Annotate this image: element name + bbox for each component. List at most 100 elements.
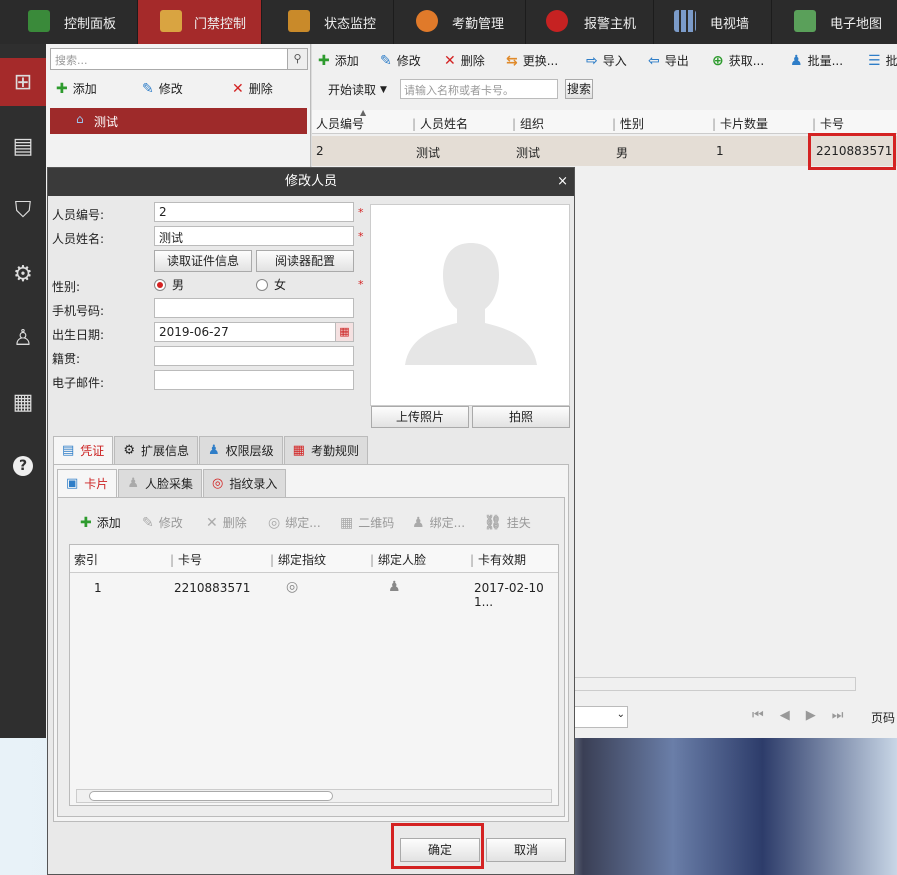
qr-code-icon: ▦ [340,514,354,531]
tab-extended-info[interactable]: ⚙ 扩展信息 [114,436,198,464]
start-read-dropdown[interactable]: 开始读取 ▼ [328,81,387,98]
sort-icon: ▲ [360,108,367,117]
gear-icon[interactable]: ⚙ [0,250,46,298]
chevron-down-icon: ⌄ [616,709,625,720]
person-table-header: 人员编号 | 人员姓名 | 组织 | 性别 | 卡片数量 | 卡号 ▲ [312,108,897,134]
report-icon[interactable]: ▦ [0,378,46,426]
card-table-header: 索引 | 卡号 | 绑定指纹 | 绑定人脸 | 卡有效期 [70,545,558,573]
table-hscrollbar[interactable] [574,677,856,691]
user-icon: ♟ [207,443,220,458]
credential-icon: ▤ [62,443,75,458]
dialog-title: 修改人员 [48,168,574,196]
batch-button[interactable]: ♟ 批量... [790,52,843,69]
card-delete-button[interactable]: ✕ 删除 [206,514,247,531]
name-card-search-input[interactable]: 请输入名称或者卡号。 [400,79,558,99]
replace-button[interactable]: ⇆ 更换... [506,52,558,69]
left-sidebar: ⊞ ▤ ⛉ ⚙ ♙ ▦ ? [0,44,46,738]
card-table-hscrollbar[interactable] [76,789,552,803]
scroll-thumb[interactable] [89,791,333,801]
edit-icon: ✎ [380,52,392,69]
schedule-icon[interactable]: ▤ [0,122,46,170]
plus-icon: ✚ [56,80,68,97]
bind-fingerprint-button[interactable]: ◎ 绑定... [268,514,321,531]
dialog-tabs: ▤ 凭证 ⚙ 扩展信息 ♟ 权限层级 ▦ 考勤规则 [53,436,369,464]
pager-controls[interactable]: ⏮◀▶⏭ [752,708,859,723]
upload-photo-button[interactable]: 上传照片 [371,406,469,428]
report-loss-button[interactable]: ⛓ 挂失 [484,514,531,531]
delete-icon: ✕ [206,514,218,531]
qr-code-button[interactable]: ▦ 二维码 [340,514,394,531]
tab-e-map[interactable]: 电子地图 [772,0,897,44]
tab-permission-level[interactable]: ♟ 权限层级 [198,436,283,464]
monitor-icon [288,10,310,32]
shield-icon[interactable]: ⛉ [0,186,46,234]
tab-tv-wall[interactable]: 电视墙 [654,0,772,44]
birth-date-field[interactable]: 2019-06-27 ▦ [154,322,354,342]
clock-icon [416,10,438,32]
help-icon[interactable]: ? [0,442,46,490]
tab-access-control[interactable]: 门禁控制 [138,0,262,44]
tree-edit-button[interactable]: ✎ 修改 [142,80,183,97]
card-add-button[interactable]: ✚ 添加 [80,514,121,531]
edit-person-dialog: 修改人员 × 人员编号: 2 * 人员姓名: 测试 * 读取证件信息 阅读器配置… [47,167,575,875]
card-edit-button[interactable]: ✎ 修改 [142,514,183,531]
phone-field[interactable] [154,298,354,318]
subtab-card[interactable]: ▣ 卡片 [57,469,118,497]
person-name-field[interactable]: 测试 [154,226,354,246]
female-radio[interactable]: 女 [256,276,286,293]
export-button[interactable]: ⇦ 导出 [648,52,689,69]
card-table: 索引 | 卡号 | 绑定指纹 | 绑定人脸 | 卡有效期 1 2210883571 ◎ … [69,544,559,806]
card-icon: ▣ [66,476,79,491]
org-tree-icon[interactable]: ⊞ [0,58,46,106]
calendar-icon[interactable]: ▦ [335,323,353,341]
read-id-button[interactable]: 读取证件信息 [154,250,252,272]
delete-person-button[interactable]: ✕ 删除 [444,52,485,69]
page-size-select[interactable]: ⌄ [574,706,628,728]
card-number-highlight [808,133,896,170]
user-settings-icon[interactable]: ♙ [0,314,46,362]
tab-alarm-host[interactable]: 报警主机 [526,0,654,44]
bind-face-button[interactable]: ♟ 绑定... [412,514,465,531]
edit-person-button[interactable]: ✎ 修改 [380,52,421,69]
subtab-face[interactable]: ♟ 人脸采集 [118,469,202,497]
import-button[interactable]: ⇨ 导入 [586,52,627,69]
reader-config-button[interactable]: 阅读器配置 [256,250,354,272]
tree-add-button[interactable]: ✚ 添加 [56,80,97,97]
link-icon: ⛓ [484,514,502,531]
door-icon [160,10,182,32]
male-radio[interactable]: 男 [154,276,184,293]
tab-status-monitor[interactable]: 状态监控 [262,0,394,44]
credential-subtabs: ▣ 卡片 ♟ 人脸采集 ◎ 指纹录入 [57,469,287,497]
email-field[interactable] [154,370,354,390]
fingerprint-icon[interactable]: ◎ [286,579,298,595]
table-row[interactable]: 1 2210883571 ◎ ♟ 2017-02-10 1... [70,573,558,609]
fingerprint-icon: ◎ [268,514,281,531]
close-icon[interactable]: × [557,168,568,196]
capture-photo-button[interactable]: 拍照 [472,406,570,428]
more-button[interactable]: ☰ 批 [868,52,897,69]
search-icon[interactable]: ⚲ [287,49,307,69]
native-place-field[interactable] [154,346,354,366]
users-icon: ♟ [790,52,803,69]
fetch-button[interactable]: ⊕ 获取... [712,52,764,69]
tab-attendance[interactable]: 考勤管理 [394,0,526,44]
download-icon: ⊕ [712,52,724,69]
tree-item-test[interactable]: ⌂ 测试 [50,108,307,134]
tab-control-panel[interactable]: 控制面板 [0,0,138,44]
person-id-field[interactable]: 2 [154,202,354,222]
alarm-icon [546,10,568,32]
tab-credential[interactable]: ▤ 凭证 [53,436,114,464]
tree-search-input[interactable]: 搜索... ⚲ [50,48,308,70]
face-icon[interactable]: ♟ [388,579,401,595]
swap-icon: ⇆ [506,52,518,69]
home-icon: ⌂ [76,112,84,126]
tab-attendance-rule[interactable]: ▦ 考勤规则 [283,436,368,464]
search-button[interactable]: 搜索 [565,79,593,99]
add-person-button[interactable]: ✚ 添加 [318,52,359,69]
tree-delete-button[interactable]: ✕ 删除 [232,80,273,97]
edit-icon: ✎ [142,514,154,531]
cancel-button[interactable]: 取消 [486,838,566,862]
delete-icon: ✕ [232,80,244,97]
chevron-down-icon: ▼ [380,84,387,95]
subtab-fingerprint[interactable]: ◎ 指纹录入 [202,469,287,497]
